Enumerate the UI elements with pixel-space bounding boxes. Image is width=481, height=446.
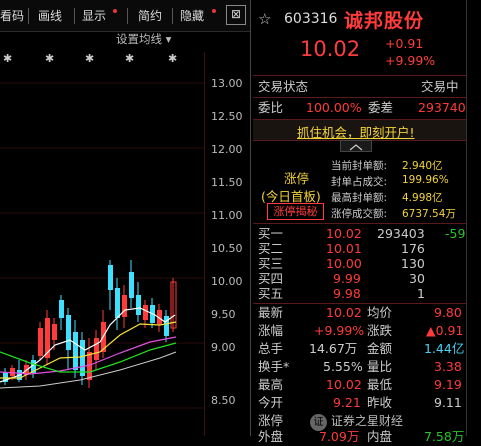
favorite-star-icon[interactable]: ☆ [258, 10, 271, 28]
toolbar-kanma-button[interactable]: 看码 [0, 6, 24, 26]
stat-value: 1.44亿 [424, 341, 465, 356]
trade-status-label: 交易状态 [258, 79, 309, 94]
price-change: +0.91 [385, 36, 424, 51]
watermark-text: 证券之星财经 [330, 414, 403, 428]
y-tick: 11.50 [211, 176, 243, 189]
stat-value: 7.09万 [319, 429, 360, 444]
y-tick: 12.00 [211, 143, 243, 156]
toolbar-divider [28, 8, 29, 24]
limit-row-value: 6737.54万 [402, 208, 456, 220]
stat-value: 3.38 [434, 359, 462, 374]
price-pct: +9.99% [385, 53, 436, 68]
weicha-value: 293740 [418, 100, 466, 115]
toolbar-yincang-button[interactable]: 隐藏 [180, 6, 204, 26]
limit-row-label: 涨停成交额: [331, 208, 388, 220]
stat-label: 金额 [367, 341, 393, 356]
orderbook-change: -59 [445, 226, 466, 241]
divider [253, 223, 466, 224]
chevron-down-icon: ▾ [165, 32, 172, 46]
stock-name: 诚邦股份 [344, 10, 425, 32]
orderbook-volume: 1 [417, 286, 425, 301]
toolbar-xianshi-button[interactable]: 显示 [82, 6, 106, 26]
weicha-label: 委差 [368, 100, 394, 115]
stat-label: 总手 [258, 341, 284, 356]
stat-label: 涨跌 [367, 323, 393, 338]
limit-row-value: 199.96% [402, 174, 449, 186]
ma-settings-button[interactable]: 设置均线 ▾ [116, 31, 171, 47]
divider [253, 97, 466, 98]
stat-label: 今开 [258, 395, 284, 410]
stat-label: 换手* [258, 359, 290, 374]
stat-value: 9.21 [333, 395, 361, 410]
weibi-value: 100.00% [306, 100, 362, 115]
y-tick: 9.50 [211, 308, 236, 321]
stat-value: 10.02 [326, 305, 362, 320]
right-edge-divider [466, 0, 467, 436]
weibi-label: 委比 [258, 100, 284, 115]
stat-value: 5.55% [323, 359, 363, 374]
stat-value: 7.58万 [424, 429, 465, 444]
kline-chart [0, 82, 204, 409]
orderbook-price: 9.98 [333, 286, 361, 301]
toolbar-huaxian-button[interactable]: 画线 [38, 6, 62, 26]
stat-label: 最低 [367, 377, 393, 392]
stat-value: 9.80 [434, 305, 462, 320]
y-tick: 10.00 [211, 275, 243, 288]
stat-value: 14.67万 [309, 341, 358, 356]
stat-value: ▲0.91 [426, 323, 464, 338]
close-icon[interactable]: ⊠ [226, 5, 246, 25]
stat-value: 9.11 [434, 395, 462, 410]
ma-settings-label: 设置均线 [116, 32, 162, 46]
panel-divider [250, 0, 251, 436]
toolbar-divider [172, 8, 173, 24]
stat-value: 10.02 [326, 377, 362, 392]
stat-label: 外盘 [258, 429, 284, 444]
stat-label: 内盘 [367, 429, 393, 444]
limit-reveal-button[interactable]: 涨停揭秘 [267, 203, 324, 220]
chevron-up-icon [349, 144, 363, 151]
stat-label: 最新 [258, 305, 284, 320]
stat-label: 涨幅 [258, 323, 284, 338]
stat-label: 昨收 [367, 395, 393, 410]
toolbar-divider [74, 8, 75, 24]
orderbook-label: 买五 [258, 286, 284, 301]
notify-dot [113, 9, 117, 13]
y-tick: 13.00 [211, 77, 243, 90]
y-tick: 9.00 [211, 341, 236, 354]
price-axis-divider [204, 52, 205, 436]
stat-value: +9.99% [314, 323, 365, 338]
stock-code: 603316 [284, 11, 338, 27]
y-tick: 8.50 [211, 394, 236, 407]
stat-label: 量比 [367, 359, 393, 374]
limit-row-label: 当前封单额: [331, 160, 388, 172]
current-price: 10.02 [300, 37, 361, 61]
limit-row-value: 4.998亿 [402, 192, 443, 204]
limit-row-label: 最高封单额: [331, 192, 388, 204]
limit-row-label: 封单占成交: [331, 176, 388, 188]
y-tick: 10.50 [211, 242, 243, 255]
chart-toolbar: 看码 画线 显示 简约 隐藏 ⊠ [0, 0, 250, 32]
stat-value: 9.19 [434, 377, 462, 392]
promo-link[interactable]: 抓住机会，即刻开户! [297, 122, 415, 141]
stat-label: 最高 [258, 377, 284, 392]
y-tick: 12.50 [211, 110, 243, 123]
divider [253, 75, 466, 76]
collapse-handle[interactable] [340, 140, 372, 152]
toolbar-divider [127, 8, 128, 24]
y-tick: 11.00 [211, 209, 243, 222]
limit-up-badge: 涨停 [284, 171, 310, 186]
stat-label: 均价 [367, 305, 393, 320]
trade-status-value: 交易中 [421, 79, 459, 94]
toolbar-jianyue-button[interactable]: 简约 [138, 6, 162, 26]
notify-dot [212, 9, 216, 13]
limit-row-value: 2.940亿 [402, 160, 443, 172]
promo-banner[interactable]: 抓住机会，即刻开户! [253, 119, 466, 141]
